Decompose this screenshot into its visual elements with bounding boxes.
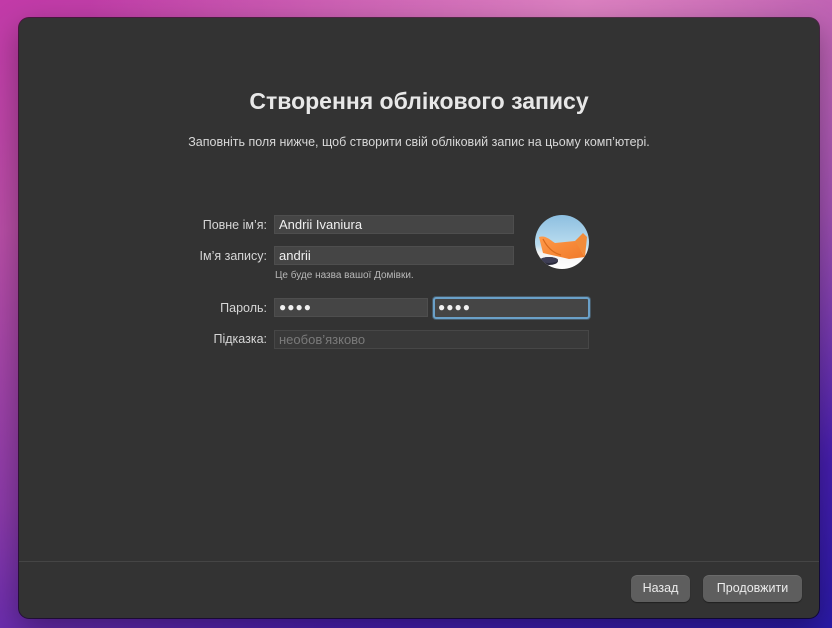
avatar-picture-icon [539,233,587,265]
account-name-help: Це буде назва вашої Домівки. [275,270,414,281]
user-avatar[interactable] [535,215,589,269]
setup-assistant-window: Створення облікового запису Заповніть по… [19,18,819,618]
hint-field[interactable]: необов’язково [274,330,589,349]
password-field[interactable]: ●●●● [274,298,428,317]
full-name-label: Повне ім’я: [202,218,267,232]
full-name-field[interactable]: Andrii Ivaniura [274,215,514,234]
hint-label: Підказка: [213,332,267,346]
back-button[interactable]: Назад [631,575,690,602]
account-name-label: Ім’я запису: [199,249,268,263]
footer-divider [19,561,819,562]
password-verify-field[interactable]: ●●●● [433,297,590,319]
account-name-field[interactable]: andrii [274,246,514,265]
hint-placeholder: необов’язково [279,332,366,347]
page-subtitle: Заповніть поля нижче, щоб створити свій … [188,135,650,149]
password-label: Пароль: [220,301,267,315]
continue-button[interactable]: Продовжити [703,575,802,602]
page-title: Створення облікового запису [249,88,589,114]
